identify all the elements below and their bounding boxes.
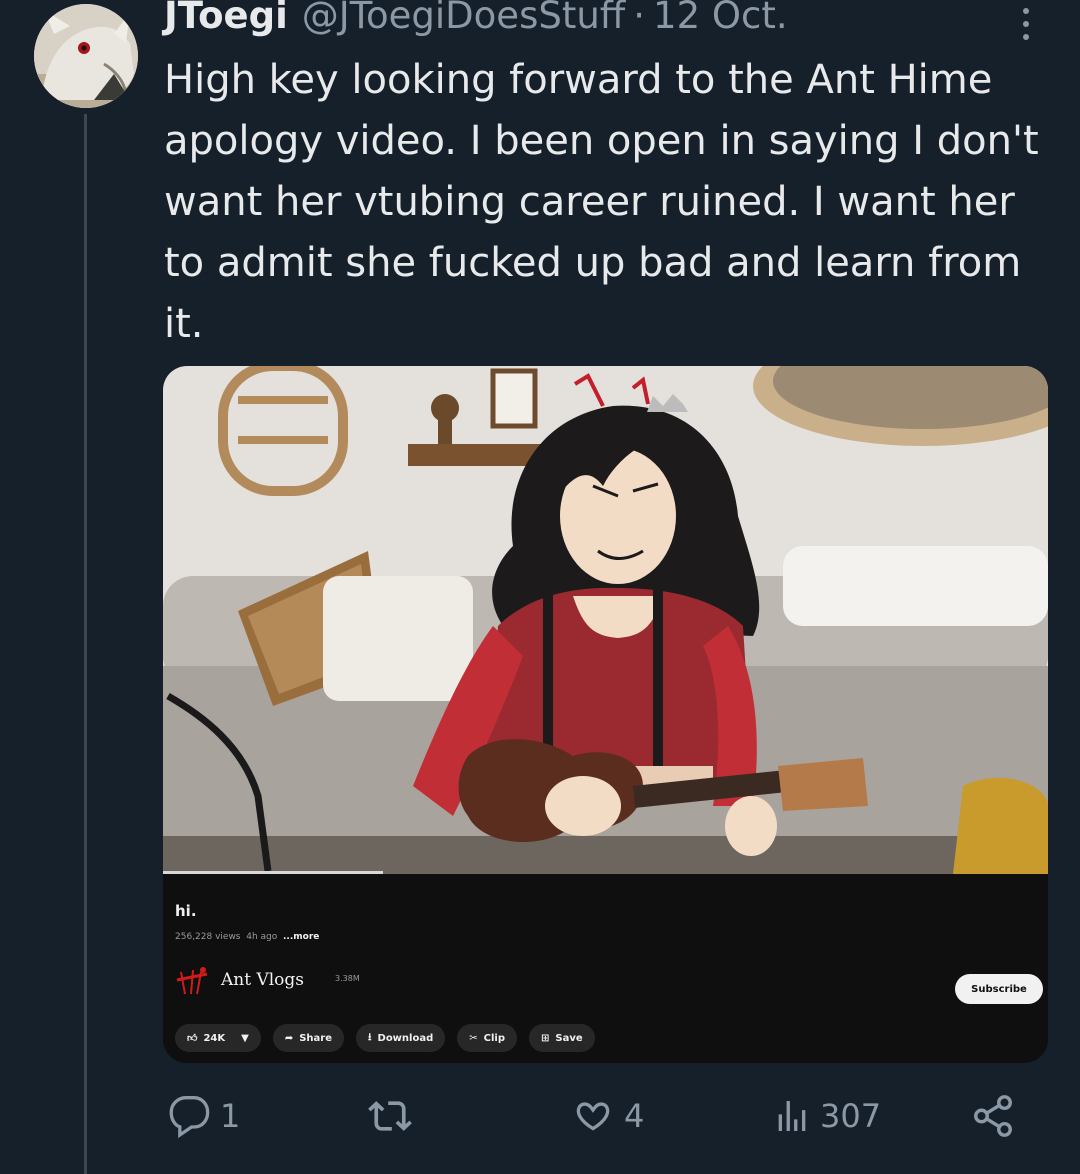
subscriber-count: 3.38M xyxy=(335,974,360,983)
tweet-date[interactable]: 12 Oct. xyxy=(653,0,788,37)
author-avatar[interactable] xyxy=(34,4,138,108)
tweet-header: JToegi @JToegiDoesStuff · 12 Oct. xyxy=(164,0,788,54)
channel-name: Ant Vlogs xyxy=(221,970,305,990)
video-clip-button: ✂ Clip xyxy=(457,1024,517,1052)
video-like-count: 24K xyxy=(203,1032,226,1044)
video-age: 4h ago xyxy=(246,932,278,942)
video-views: 256,228 views xyxy=(175,932,241,942)
heart-icon xyxy=(576,1102,610,1131)
header-separator: · xyxy=(633,0,646,37)
video-share-button: ➦ Share xyxy=(272,1024,345,1052)
tweet-text: High key looking forward to the Ant Hime… xyxy=(164,57,1052,347)
video-download-button: ⭳ Download xyxy=(356,1024,446,1052)
share-arrow-icon: ➦ xyxy=(284,1032,294,1044)
tweet-media[interactable]: hi. 256,228 views 4h ago ...more Ant Vlo… xyxy=(163,366,1048,1063)
thread-line xyxy=(84,114,87,1174)
views-button[interactable]: 307 xyxy=(772,1088,881,1144)
video-info-panel: hi. 256,228 views 4h ago ...more Ant Vlo… xyxy=(163,874,1048,1063)
playlist-add-icon: ⊞ xyxy=(541,1032,550,1044)
video-more: ...more xyxy=(283,932,320,942)
video-screenshot-image xyxy=(163,366,1048,874)
video-meta: 256,228 views 4h ago ...more xyxy=(175,932,319,942)
video-like-button: 👍︎ 24K ▼ xyxy=(175,1024,261,1052)
video-share-label: Share xyxy=(299,1032,333,1044)
thumbs-down-icon: ▼ xyxy=(241,1032,249,1044)
analytics-bars-icon xyxy=(778,1101,806,1131)
share-nodes-icon xyxy=(974,1095,1012,1137)
video-save-label: Save xyxy=(555,1032,583,1044)
more-options-icon[interactable] xyxy=(1014,4,1038,44)
download-icon: ⭳ xyxy=(368,1031,372,1043)
reply-count: 1 xyxy=(220,1097,241,1135)
video-clip-label: Clip xyxy=(483,1032,505,1044)
like-button[interactable]: 4 xyxy=(570,1088,644,1144)
video-download-label: Download xyxy=(377,1032,434,1044)
subscribe-button: Subscribe xyxy=(955,974,1043,1004)
repost-icon xyxy=(368,1101,412,1131)
scissors-icon: ✂ xyxy=(469,1032,478,1044)
reply-button[interactable]: 1 xyxy=(168,1088,240,1144)
reply-icon xyxy=(169,1096,210,1138)
like-count: 4 xyxy=(624,1097,645,1135)
view-count: 307 xyxy=(820,1097,882,1135)
repost-button[interactable] xyxy=(366,1088,422,1144)
display-name[interactable]: JToegi xyxy=(164,0,288,37)
thumbs-up-icon: 👍︎ xyxy=(187,1033,198,1044)
channel-logo-icon xyxy=(176,967,208,995)
user-handle[interactable]: @JToegiDoesStuff xyxy=(302,0,626,37)
video-save-button: ⊞ Save xyxy=(529,1024,595,1052)
tweet-action-bar: 1 4 307 xyxy=(0,1088,1080,1148)
share-button[interactable] xyxy=(970,1088,1016,1144)
video-actions: 👍︎ 24K ▼ ➦ Share ⭳ Download ✂ Clip ⊞ Sav… xyxy=(175,1024,595,1052)
video-title: hi. xyxy=(175,902,197,920)
